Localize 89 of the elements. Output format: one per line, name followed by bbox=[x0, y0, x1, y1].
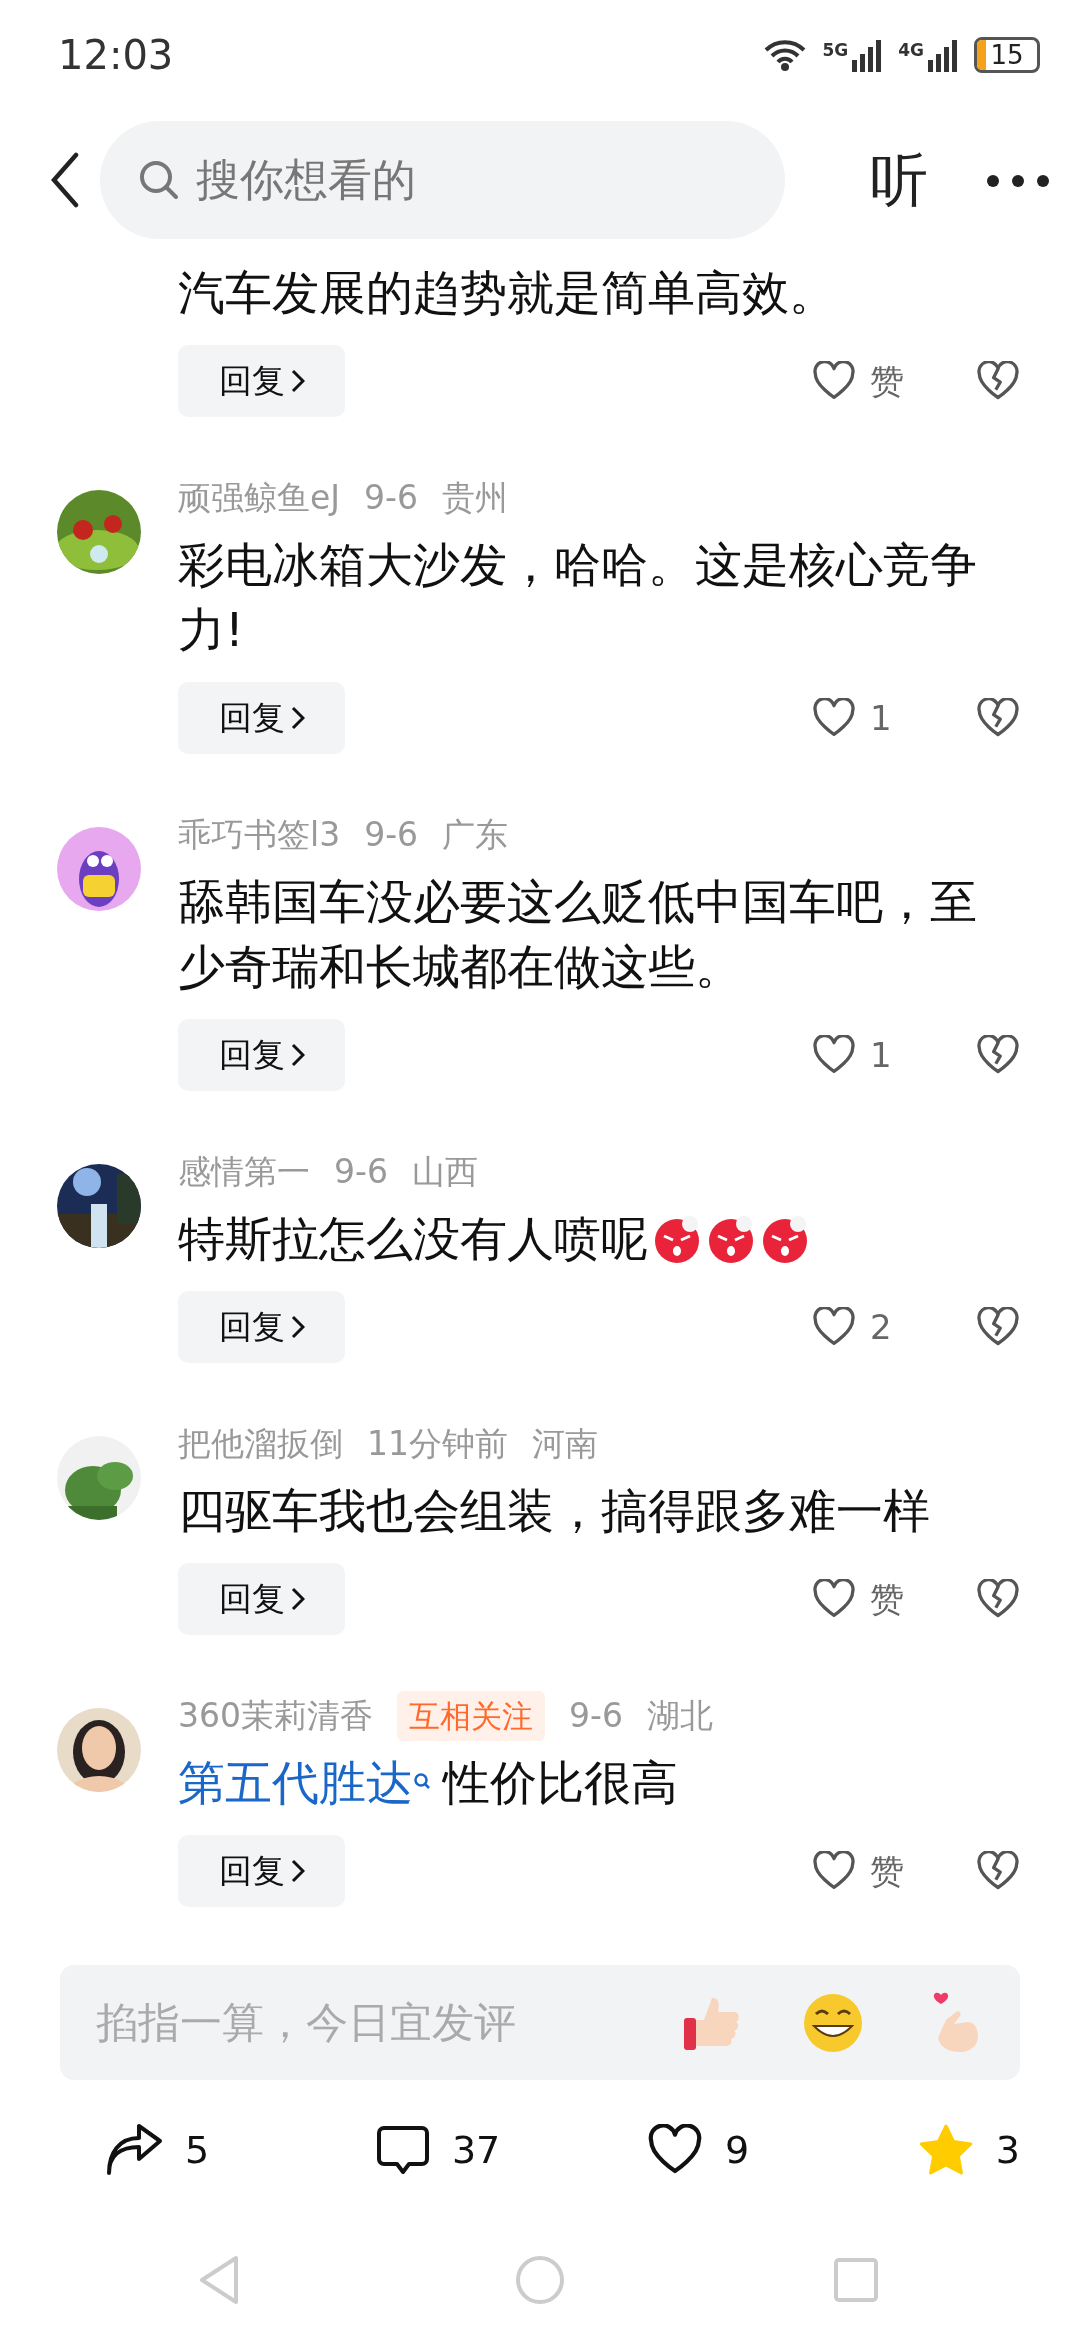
comment-button[interactable] bbox=[375, 2125, 430, 2175]
follow-badge: 互相关注 bbox=[397, 1690, 545, 1742]
topic-link[interactable]: 第五代胜达 bbox=[178, 1750, 413, 1815]
search-icon bbox=[138, 159, 180, 201]
broken-heart-icon bbox=[976, 361, 1020, 401]
user-name[interactable]: 感情第一 bbox=[178, 1147, 310, 1197]
back-icon bbox=[50, 152, 80, 208]
heart-icon bbox=[812, 698, 856, 738]
broken-heart-icon bbox=[976, 1851, 1020, 1891]
like-button[interactable] bbox=[812, 1035, 856, 1075]
chevron-icon bbox=[290, 705, 305, 731]
comment-text: 舔韩国车没必要这么贬低中国车吧，至少奇瑞和长城都在做这些。 bbox=[178, 873, 978, 996]
network-label: 4G bbox=[898, 39, 924, 62]
heart-icon bbox=[812, 1035, 856, 1075]
like-button[interactable] bbox=[812, 361, 856, 401]
reply-button[interactable]: 回复 bbox=[178, 1835, 345, 1907]
heart-icon bbox=[812, 1851, 856, 1891]
like-count: 1 bbox=[870, 1033, 892, 1077]
chevron-icon bbox=[290, 368, 305, 394]
chevron-icon bbox=[290, 1042, 305, 1068]
broken-heart-icon bbox=[976, 1307, 1020, 1347]
comment-date: 11分钟前 bbox=[367, 1423, 508, 1466]
network-label: 5G bbox=[822, 39, 849, 62]
user-name[interactable]: 360茉莉清香 bbox=[178, 1691, 373, 1741]
broken-heart-icon bbox=[976, 698, 1020, 738]
like-count: 9 bbox=[724, 2126, 750, 2174]
comment-date: 9-6 bbox=[334, 1151, 388, 1194]
comment-text: 特斯拉怎么没有人喷呢 bbox=[178, 1210, 648, 1268]
user-name[interactable]: 顽强鲸鱼eJ bbox=[178, 473, 341, 523]
angry-emoji-icon bbox=[706, 1213, 756, 1264]
heart-icon bbox=[812, 1307, 856, 1347]
comment-region: 广东 bbox=[442, 814, 509, 857]
signal-icon bbox=[852, 38, 883, 72]
broken-heart-icon bbox=[976, 1035, 1020, 1075]
broken-heart-icon bbox=[976, 1579, 1020, 1619]
like-count: 2 bbox=[870, 1305, 892, 1349]
share-button[interactable] bbox=[105, 2123, 163, 2177]
heart-icon bbox=[812, 1579, 856, 1619]
like-button[interactable] bbox=[646, 2124, 703, 2176]
comment-region: 山西 bbox=[411, 1151, 478, 1194]
user-name[interactable]: 把他溜扳倒 bbox=[178, 1419, 343, 1469]
chevron-icon bbox=[290, 1858, 305, 1884]
like-button[interactable] bbox=[812, 698, 856, 738]
favorite-count: 3 bbox=[995, 2126, 1020, 2174]
dislike-button[interactable] bbox=[976, 1035, 1020, 1075]
share-count: 5 bbox=[185, 2126, 210, 2174]
reply-button[interactable]: 回复 bbox=[178, 1563, 345, 1635]
like-count: 赞 bbox=[870, 359, 904, 403]
back-button[interactable] bbox=[50, 152, 80, 208]
battery-indicator: 15 bbox=[974, 37, 1040, 73]
listen-button[interactable]: 听 bbox=[870, 136, 928, 224]
comment-region: 河南 bbox=[532, 1423, 598, 1466]
wifi-icon bbox=[764, 38, 807, 72]
like-count: 赞 bbox=[870, 1849, 904, 1893]
dislike-button[interactable] bbox=[976, 1579, 1020, 1619]
like-button[interactable] bbox=[812, 1579, 856, 1619]
grinning-emoji-icon bbox=[802, 1991, 864, 2054]
angry-emoji-icon bbox=[652, 1213, 702, 1264]
reply-button[interactable]: 回复 bbox=[178, 345, 345, 417]
comment-text: 性价比很高 bbox=[443, 1754, 678, 1812]
comment-text: 汽车发展的趋势就是简单高效。 bbox=[178, 264, 837, 322]
comment-date: 9-6 bbox=[569, 1695, 623, 1738]
like-button[interactable] bbox=[812, 1851, 856, 1891]
comment-region: 湖北 bbox=[646, 1695, 713, 1738]
comment-text: 四驱车我也会组装，搞得跟多难一样 bbox=[178, 1482, 931, 1540]
reply-button[interactable]: 回复 bbox=[178, 1019, 345, 1091]
like-count: 1 bbox=[870, 696, 892, 740]
dislike-button[interactable] bbox=[976, 1307, 1020, 1347]
search-field[interactable]: 搜你想看的 bbox=[100, 121, 785, 239]
user-name[interactable]: 乖巧书签l3 bbox=[178, 810, 341, 860]
signal-icon bbox=[928, 38, 958, 72]
comment-date: 9-6 bbox=[364, 814, 419, 857]
comment-text: 彩电冰箱大沙发，哈哈。这是核心竞争力! bbox=[178, 536, 978, 659]
comment-count: 37 bbox=[451, 2126, 501, 2174]
reply-button[interactable]: 回复 bbox=[178, 1291, 345, 1363]
dislike-button[interactable] bbox=[976, 1851, 1020, 1891]
comment-date: 9-6 bbox=[364, 477, 418, 520]
dislike-button[interactable] bbox=[976, 361, 1020, 401]
chevron-icon bbox=[290, 1586, 305, 1612]
clock-time: 12:03 bbox=[58, 31, 174, 80]
like-button[interactable] bbox=[812, 1307, 856, 1347]
angry-emoji-icon bbox=[760, 1213, 810, 1264]
reply-button[interactable]: 回复 bbox=[178, 682, 345, 754]
more-icon bbox=[986, 173, 1050, 188]
comment-region: 贵州 bbox=[441, 477, 508, 520]
chevron-icon bbox=[290, 1314, 305, 1340]
heart-icon bbox=[812, 361, 856, 401]
dislike-button[interactable] bbox=[976, 698, 1020, 738]
like-count: 赞 bbox=[870, 1577, 904, 1621]
